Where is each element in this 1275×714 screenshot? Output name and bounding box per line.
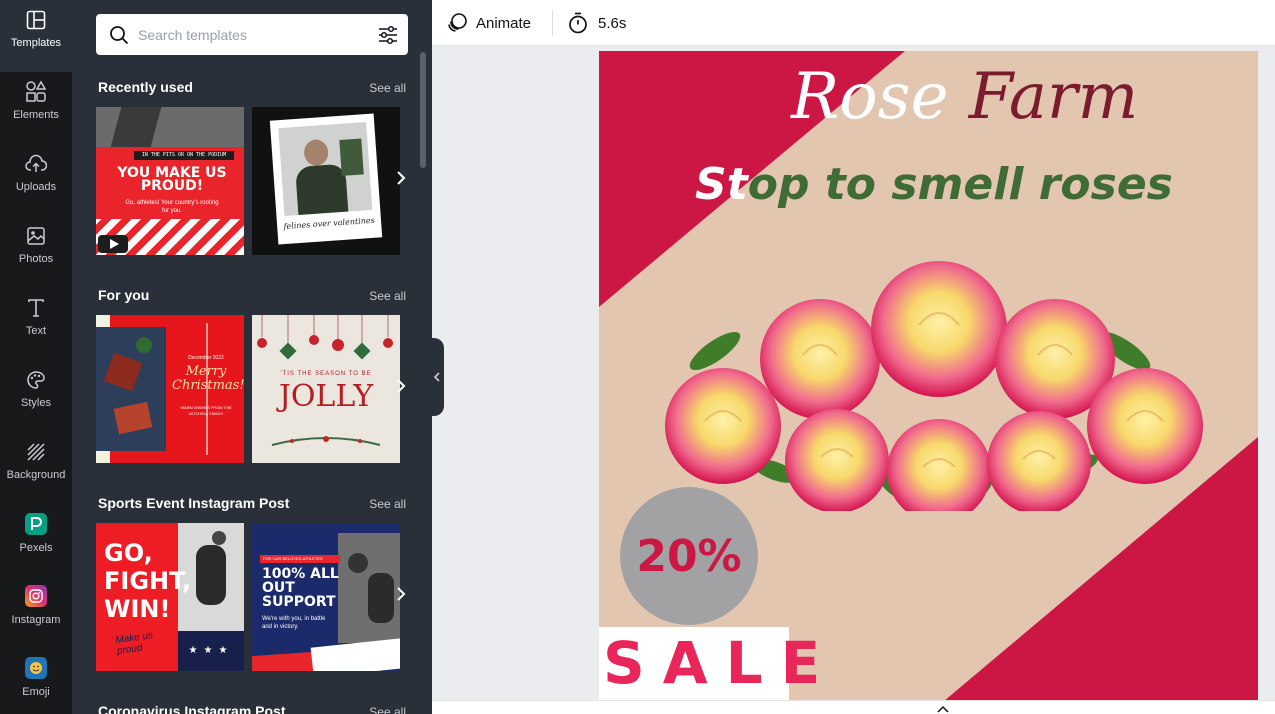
duration-label: 5.6s [598,14,627,32]
tile-headline: GO, FIGHT, WIN! [104,539,192,623]
template-tile[interactable]: felines over valentines [252,107,400,255]
sale-label[interactable]: SALE [599,627,820,701]
tile-body: Go, athletes! Your country's rooting for… [125,200,219,214]
rail-label: Emoji [22,686,50,698]
rail-label: Uploads [15,181,57,193]
design-subtitle[interactable]: Stop to smell roses [695,157,1173,213]
tile-big: JOLLY [278,379,374,414]
rail-label: Styles [21,397,51,409]
rail-item-instagram[interactable]: Instagram [0,577,72,649]
templates-panel: Recently used See all IN THE PITS OR ON … [72,0,432,714]
see-all-coronavirus[interactable]: See all [369,705,406,714]
template-tile[interactable]: IN THE PITS OR ON THE PODIUM YOU MAKE US… [96,107,244,255]
emoji-icon [0,649,72,679]
editor-toolbar: Animate 5.6s [432,0,1275,46]
tile-tag: IN THE PITS OR ON THE PODIUM [134,151,234,160]
video-play-icon [98,235,128,253]
template-tile[interactable]: FOR OUR BELOVED ATHLETES 100% ALL OUT SU… [252,523,400,671]
search-input[interactable] [138,14,358,55]
tile-caption: felines over valentines [283,215,375,232]
rail-item-uploads[interactable]: Uploads [0,144,72,216]
tile-script: Merry Christmas! [172,364,244,393]
see-all-for-you[interactable]: See all [369,289,406,303]
tile-tag: FOR OUR BELOVED ATHLETES [260,555,340,563]
collapse-panel-button[interactable] [432,338,444,416]
animate-icon [448,13,467,32]
see-all-recently-used[interactable]: See all [369,81,406,95]
template-tile[interactable]: December 2022 Merry Christmas! WARM WISH… [96,315,244,463]
instagram-icon [0,577,72,607]
panel-scrollbar[interactable] [420,52,426,168]
tile-headline: YOU MAKE US PROUD! [117,165,227,194]
ornaments-icon [257,315,393,360]
section-title-for-you: For you [98,287,150,303]
templates-icon [0,0,72,30]
animate-button[interactable]: Animate [446,12,531,34]
rail-item-pexels[interactable]: Pexels [0,505,72,577]
holly-icon [271,436,381,446]
chevron-right-icon [397,171,406,185]
tile-small: 'TIS THE SEASON TO BE [280,371,372,377]
uploads-icon [0,144,72,174]
design-title-word-2: Farm [968,60,1139,134]
rail-item-photos[interactable]: Photos [0,216,72,288]
elements-icon [0,72,72,102]
discount-badge[interactable]: 20% [620,487,758,625]
see-all-sports[interactable]: See all [369,497,406,511]
rail-item-templates[interactable]: Templates [0,0,72,72]
rail-label: Templates [10,37,62,49]
animate-label: Animate [476,14,532,32]
discount-text: 20% [636,531,742,582]
rail-label: Background [6,469,66,481]
chevron-left-icon [433,372,440,382]
rail-label: Pexels [19,542,53,554]
tile-body: We're with you, in battle and in victory… [262,616,326,630]
chevron-right-icon [397,379,406,393]
section-title-recently-used: Recently used [98,79,193,95]
tile-small: December 2022 [188,355,224,361]
scroll-right-sports[interactable] [396,586,406,607]
left-rail: Templates Elements Uploads Photos Text S… [0,0,72,714]
rail-label: Photos [18,253,54,265]
design-subtitle-part-1: St [695,159,748,210]
timing-button[interactable]: 5.6s [568,12,626,34]
design-title[interactable]: Rose Farm [791,57,1138,137]
tile-headline: 100% ALL OUT SUPPORT [262,566,339,610]
tile-script: Make us proud [114,630,154,658]
rail-label: Elements [13,109,59,121]
design-title-word-1: Rose [791,60,949,134]
rail-item-elements[interactable]: Elements [0,72,72,144]
background-icon [0,432,72,462]
scroll-right-for-you[interactable] [396,378,406,399]
roses-image[interactable] [655,251,1215,511]
rail-item-text[interactable]: Text [0,288,72,360]
rail-item-styles[interactable]: Styles [0,360,72,432]
chevron-up-icon [937,705,949,713]
tile-footer: WARM WISHES FROM THE MITCHELL FAMILY [180,405,232,416]
template-tile[interactable]: ★★★ GO, FIGHT, WIN! Make us proud [96,523,244,671]
styles-icon [0,360,72,390]
toolbar-divider [552,10,553,36]
section-title-coronavirus: Coronavirus Instagram Post [98,703,286,714]
chevron-right-icon [397,587,406,601]
section-title-sports: Sports Event Instagram Post [98,495,290,511]
pexels-icon [0,505,72,535]
search-bar [96,14,408,55]
photos-icon [0,216,72,246]
sale-text: SALE [603,629,839,697]
bottom-bar [432,700,1275,714]
text-icon [0,288,72,318]
design-canvas[interactable]: Rose Farm Stop to smell roses 20% SALE [599,51,1258,701]
scroll-right-recently-used[interactable] [396,170,406,191]
filter-icon[interactable] [378,25,398,50]
search-icon [109,25,129,50]
rail-label: Instagram [11,614,61,626]
stopwatch-icon [569,12,587,34]
rail-label: Text [25,325,47,337]
rail-item-background[interactable]: Background [0,432,72,504]
design-subtitle-part-2: op to smell roses [747,159,1173,210]
template-tile[interactable]: 'TIS THE SEASON TO BE JOLLY [252,315,400,463]
rail-item-emoji[interactable]: Emoji [0,649,72,714]
